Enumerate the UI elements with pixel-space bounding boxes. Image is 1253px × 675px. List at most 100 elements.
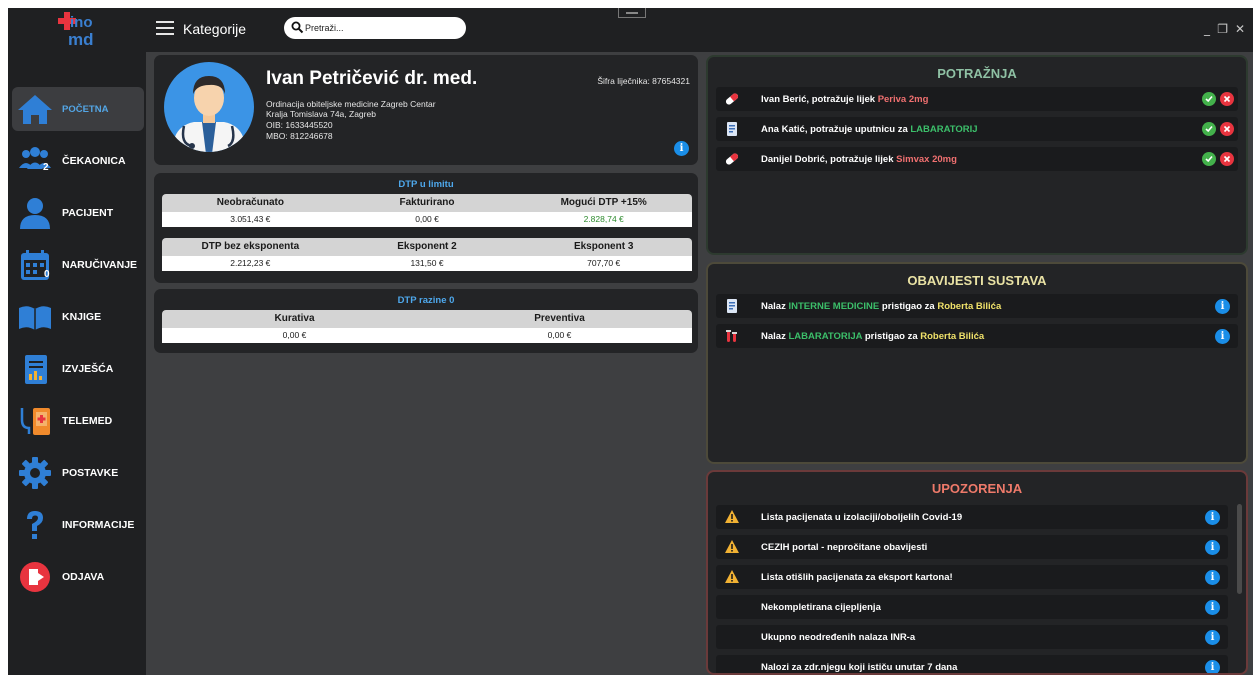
close-icon [1223,155,1231,163]
info-icon[interactable]: i [1205,570,1220,585]
demand-title: POTRAŽNJA [937,66,1017,81]
list-item[interactable]: Nalaz INTERNE MEDICINE pristigao za Robe… [716,294,1238,318]
info-icon[interactable]: i [1205,600,1220,615]
check-icon [1205,125,1213,133]
book-icon [19,306,51,330]
report-icon [25,355,47,384]
notice-patient: Roberta Bilića [937,301,1002,312]
sidebar-item-postavke[interactable]: POSTAVKE [12,451,144,495]
check-icon [1205,155,1213,163]
sidebar-item-pocetna[interactable]: POČETNA [12,87,144,131]
dtp-level-panel: DTP razine 0 Kurativa Preventiva 0,00 € … [154,289,698,353]
info-icon[interactable]: i [1205,510,1220,525]
doctor-address: Kralja Tomislava 74a, Zagreb [266,109,376,119]
info-icon[interactable]: i [1215,299,1230,314]
doctor-code: Šifra liječnika: 87654321 [597,76,690,86]
table-cell: 2.212,23 € [230,258,271,268]
home-icon [18,95,52,124]
list-item[interactable]: Lista otišlih pacijenata za eksport kart… [716,565,1228,589]
sidebar-item-label: POČETNA [62,103,109,115]
info-icon[interactable]: i [1215,329,1230,344]
close-icon [1223,95,1231,103]
list-item[interactable]: Nekompletirana cijepljenja i [716,595,1228,619]
app-window: ino md Kategorije _ ❐ ✕ POČETNA [8,8,1253,675]
demand-text: Danijel Dobrić, potražuje lijek [761,154,897,165]
gear-icon [19,457,51,489]
lab-icon [726,330,737,342]
categories-label[interactable]: Kategorije [183,21,246,37]
list-item[interactable]: Nalozi za zdr.njegu koji ističu unutar 7… [716,655,1228,673]
table-cell: 3.051,43 € [230,214,271,224]
warnings-scrollbar[interactable] [1237,504,1242,594]
list-item[interactable]: Ukupno neodređenih nalaza INR-a i [716,625,1228,649]
notice-text: Nalaz [761,301,789,312]
list-item[interactable]: Lista pacijenata u izolaciji/oboljelih C… [716,505,1228,529]
warning-text: CEZIH portal - nepročitane obavijesti [761,542,928,553]
sidebar-item-knjige[interactable]: KNJIGE [12,295,144,339]
minimize-button[interactable]: _ [1204,22,1210,36]
logo-text-bottom: md [68,30,94,48]
sidebar-item-informacije[interactable]: INFORMACIJE [12,503,144,547]
reject-button[interactable] [1220,92,1234,106]
sidebar-item-izvjesca[interactable]: IZVJEŠĆA [12,347,144,391]
list-item[interactable]: Danijel Dobrić, potražuje lijek Simvax 2… [716,147,1238,171]
column-header: Eksponent 3 [573,241,634,252]
approve-button[interactable] [1202,122,1216,136]
doctor-practice: Ordinacija obiteljske medicine Zagreb Ce… [266,99,436,109]
close-button[interactable]: ✕ [1235,22,1245,36]
list-item[interactable]: Ana Katić, potražuje uputnicu za LABARAT… [716,117,1238,141]
sidebar-item-label: TELEMED [62,415,113,427]
search-icon [291,21,304,34]
doctor-oib: OIB: 1633445520 [266,120,333,130]
approve-button[interactable] [1202,92,1216,106]
warning-icon [725,570,739,583]
list-item[interactable]: Ivan Berić, potražuje lijek Periva 2mg [716,87,1238,111]
appointments-count-badge: 0 [44,269,50,280]
info-icon[interactable]: i [1205,660,1220,673]
waiting-count-badge: 2 [43,162,49,173]
warning-icon [725,540,739,553]
dtp-limit-panel: DTP u limitu Neobračunato Fakturirano Mo… [154,173,698,283]
dtp-level-table: Kurativa Preventiva 0,00 € 0,00 € [162,310,692,343]
doctor-info-icon[interactable]: i [674,141,689,156]
list-item[interactable]: Nalaz LABARATORIJA pristigao za Roberta … [716,324,1238,348]
demand-text: Ana Katić, potražuje uputnicu za [761,124,911,135]
warning-text: Nekompletirana cijepljenja [761,602,881,613]
column-header: Neobračunato [216,197,284,208]
doctor-avatar [164,62,254,152]
table-cell: 707,70 € [587,258,621,268]
restore-button[interactable]: ❐ [1217,22,1228,36]
info-icon[interactable]: i [1205,630,1220,645]
document-icon [727,299,737,313]
dtp-level-title: DTP razine 0 [397,295,455,306]
notice-patient: Roberta Bilića [920,331,985,342]
top-bar: ino md Kategorije _ ❐ ✕ [8,8,1253,52]
column-header: Mogući DTP +15% [560,197,647,208]
question-icon [27,511,43,539]
hamburger-menu-icon[interactable] [156,21,174,37]
drag-handle[interactable] [618,8,646,18]
reject-button[interactable] [1220,152,1234,166]
telemed-icon [20,408,50,435]
sidebar-item-cekaonica[interactable]: 2 ČEKAONICA [12,139,144,183]
demand-highlight: Periva 2mg [877,94,929,105]
sidebar-item-narucivanje[interactable]: 0 NARUČIVANJE [12,243,144,287]
dtp-limit-table-1: Neobračunato Fakturirano Mogući DTP +15%… [162,194,692,227]
list-item[interactable]: CEZIH portal - nepročitane obavijesti i [716,535,1228,559]
sidebar: POČETNA 2 ČEKAONICA PACIJENT 0 NARUČIVAN… [8,52,146,675]
sidebar-item-label: PACIJENT [62,207,114,219]
demand-highlight: LABARATORIJ [910,124,978,135]
sidebar-item-label: POSTAVKE [62,467,119,479]
search-input[interactable] [305,20,455,36]
sidebar-item-telemed[interactable]: TELEMED [12,399,144,443]
pill-icon [725,153,739,165]
reject-button[interactable] [1220,122,1234,136]
table-cell: 131,50 € [410,258,444,268]
sidebar-item-odjava[interactable]: ODJAVA [12,555,144,599]
search-bar[interactable] [284,17,466,39]
info-icon[interactable]: i [1205,540,1220,555]
system-notices-title: OBAVIJESTI SUSTAVA [907,273,1047,288]
sidebar-item-pacijent[interactable]: PACIJENT [12,191,144,235]
approve-button[interactable] [1202,152,1216,166]
user-icon [20,198,50,229]
